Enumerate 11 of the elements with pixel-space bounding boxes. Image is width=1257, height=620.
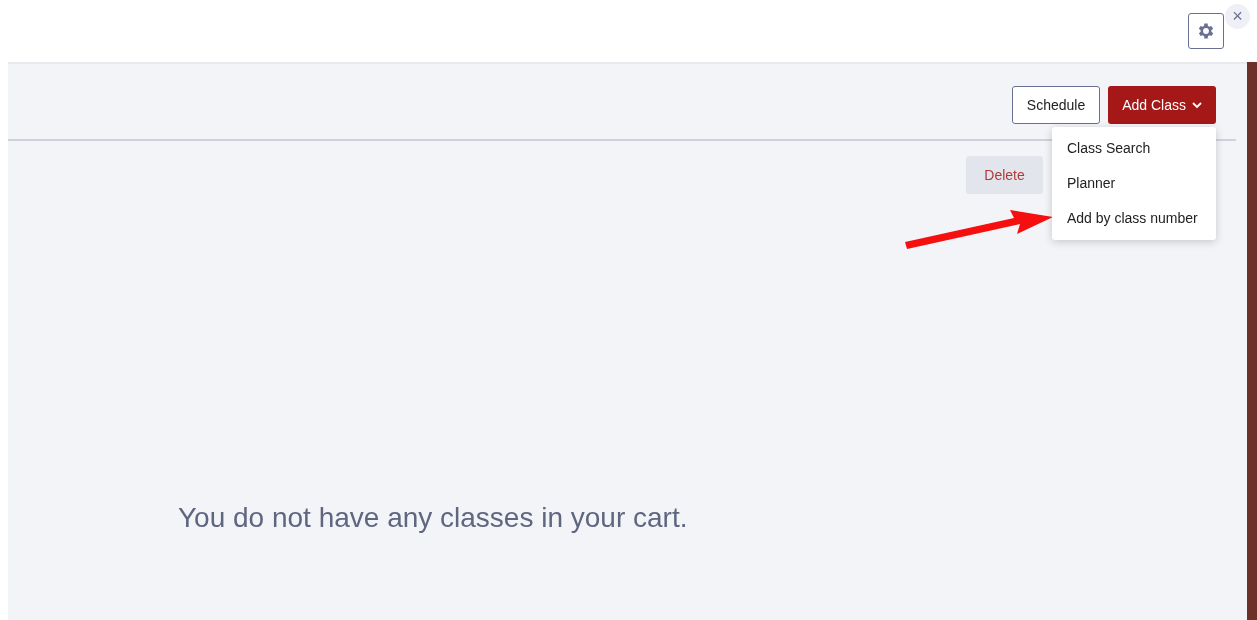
menu-item[interactable]: Class Search [1052,131,1216,166]
settings-icon [1196,21,1216,41]
schedule-button[interactable]: Schedule [1011,86,1101,124]
menu-item[interactable]: Add by class number [1052,201,1216,236]
chevron-icon [1192,101,1202,109]
menu-item[interactable]: Planner [1052,166,1216,201]
delete-button[interactable]: Delete [966,156,1043,194]
settings-button[interactable] [1188,13,1224,49]
close-button[interactable]: × [1225,4,1250,29]
add-class-button[interactable]: Add Class [1108,86,1216,124]
empty-message: You do not have any classes in your cart. [178,502,688,534]
